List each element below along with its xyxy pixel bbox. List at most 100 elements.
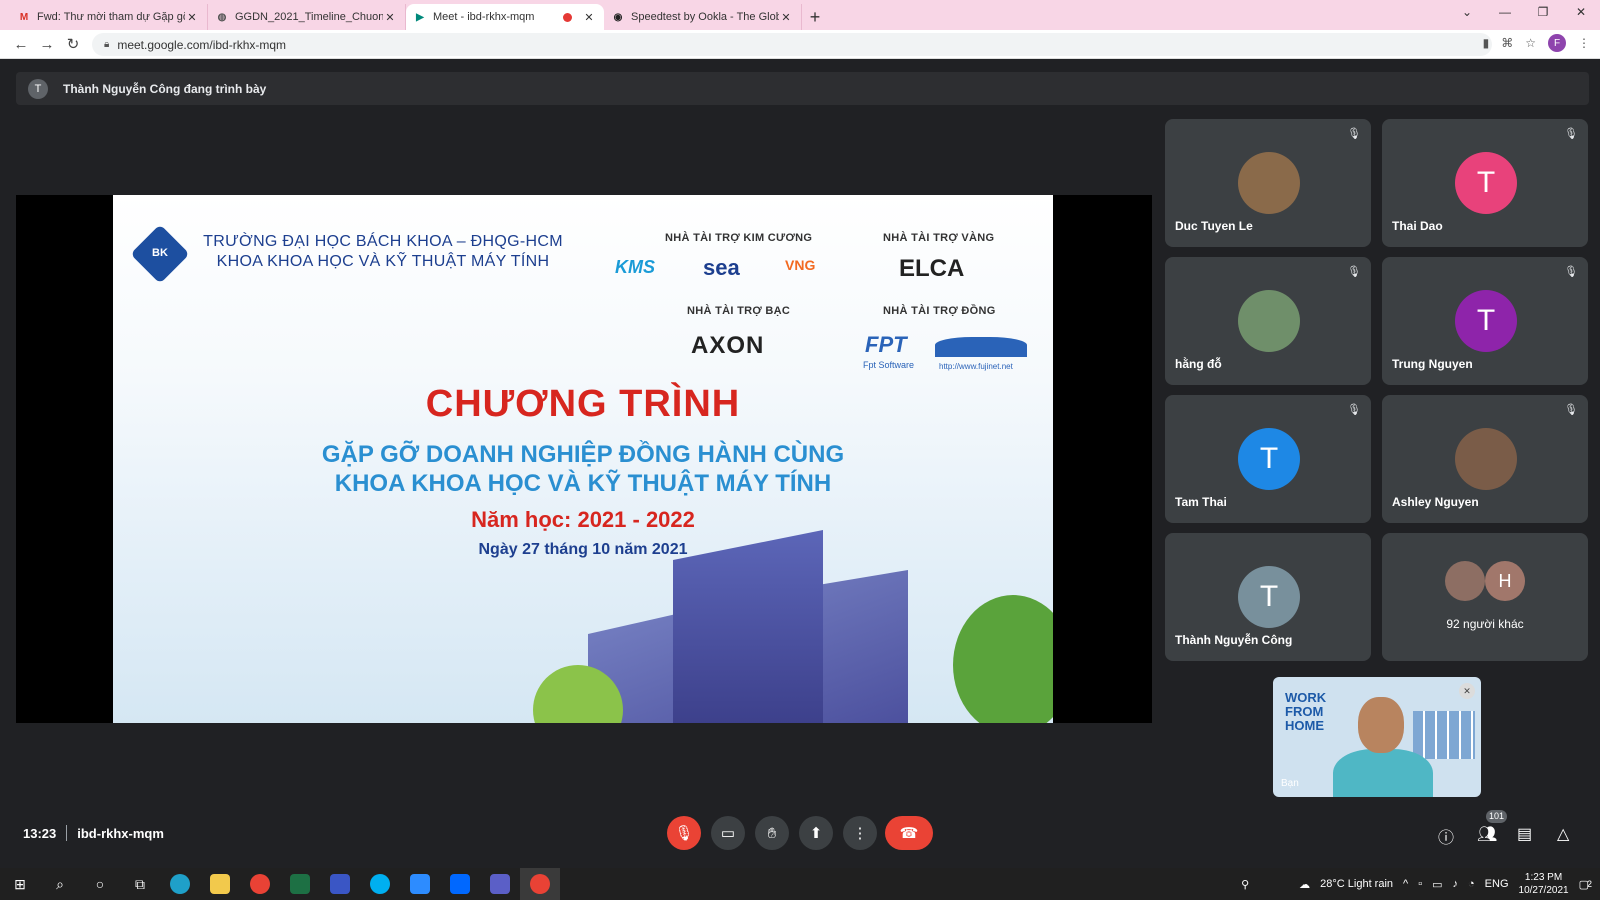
program-subtitle-line2: KHOA KHOA HỌC VÀ KỸ THUẬT MÁY TÍNH xyxy=(334,470,832,497)
globe-icon: ◍ xyxy=(217,11,227,23)
participant-tile[interactable]: T 🎙︎ Trung Nguyen xyxy=(1382,257,1588,385)
task-view-icon[interactable]: ⧉ xyxy=(120,868,160,900)
mic-off-icon: 🎙︎ xyxy=(674,825,694,842)
close-tab-icon[interactable]: ✕ xyxy=(582,11,596,24)
back-icon[interactable]: ← xyxy=(8,36,34,53)
weather-text[interactable]: 28°C Light rain xyxy=(1320,878,1393,890)
edge-icon[interactable] xyxy=(160,868,200,900)
network-icon[interactable]: ▫ xyxy=(1418,878,1422,890)
clock[interactable]: 1:23 PM 10/27/2021 xyxy=(1519,871,1569,897)
forward-icon[interactable]: → xyxy=(34,36,60,53)
wifi-icon[interactable]: ◔ xyxy=(1468,878,1475,890)
chrome-active-icon[interactable] xyxy=(520,868,560,900)
windows-taskbar: ⊞ ⌕ ○ ⧉ ⚲ ☁ 28°C Light rain ^ ▫ ▭ ♪ ◔ EN… xyxy=(0,868,1600,900)
tab-timeline[interactable]: ◍ GGDN_2021_Timeline_ChuongTr ✕ xyxy=(208,4,406,30)
diamond-sponsor-heading: NHÀ TÀI TRỢ KIM CƯƠNG xyxy=(665,232,813,244)
fpt-logo: FPT xyxy=(865,332,907,357)
translate-icon[interactable]: ⌘ xyxy=(1501,36,1513,50)
address-bar[interactable]: 🔒︎ meet.google.com/ibd-rkhx-mqm xyxy=(92,33,1492,56)
tab-gmail[interactable]: M Fwd: Thư mời tham dự Gặp gỡ D ✕ xyxy=(10,4,208,30)
speedtest-icon: ◉ xyxy=(613,11,623,23)
meeting-time: 13:23 xyxy=(23,825,57,841)
skype-icon[interactable] xyxy=(360,868,400,900)
close-tab-icon[interactable]: ✕ xyxy=(383,11,397,24)
program-subtitle-line1: GẶP GỠ DOANH NGHIỆP ĐỒNG HÀNH CÙNG xyxy=(321,441,845,468)
self-view[interactable]: WORK FROM HOME Bạn ✕ xyxy=(1273,677,1481,797)
activities-icon[interactable]: △ xyxy=(1557,824,1569,844)
people-count-badge: 101 xyxy=(1486,810,1508,823)
participant-name: Duc Tuyen Le xyxy=(1175,219,1253,233)
browser-menu-icon[interactable]: ⋮ xyxy=(1578,36,1590,50)
camera-button[interactable]: ▭ xyxy=(711,816,745,850)
reload-icon[interactable]: ↻ xyxy=(60,35,86,53)
close-tab-icon[interactable]: ✕ xyxy=(185,11,199,24)
participant-tile[interactable]: 🎙︎ Ashley Nguyen xyxy=(1382,395,1588,523)
chrome-icon[interactable] xyxy=(240,868,280,900)
weather-icon: ☁ xyxy=(1299,878,1311,891)
mic-off-button[interactable]: 🎙︎ xyxy=(667,816,701,850)
vng-logo: VNG xyxy=(785,257,816,273)
tab-search-icon[interactable]: ⌄ xyxy=(1448,0,1486,26)
tab-meet[interactable]: ▶ Meet - ibd-rkhx-mqm ✕ xyxy=(406,4,604,30)
excel-icon[interactable] xyxy=(280,868,320,900)
file-explorer-icon[interactable] xyxy=(200,868,240,900)
clock-date: 10/27/2021 xyxy=(1518,885,1569,896)
bronze-sponsor-heading: NHÀ TÀI TRỢ ĐỒNG xyxy=(883,305,996,317)
restore-icon[interactable]: ❐ xyxy=(1524,0,1562,26)
camera-in-use-icon[interactable]: ▮ xyxy=(1483,36,1490,50)
fujinet-logo xyxy=(935,337,1027,357)
leave-call-button[interactable]: ☎︎ xyxy=(885,816,933,850)
zoom-icon[interactable] xyxy=(400,868,440,900)
meeting-code: ibd-rkhx-mqm xyxy=(77,825,164,841)
url-text: meet.google.com/ibd-rkhx-mqm xyxy=(117,37,287,52)
cortana-icon[interactable]: ○ xyxy=(80,868,120,900)
minimize-icon[interactable]: — xyxy=(1486,0,1524,26)
app-icon[interactable] xyxy=(320,868,360,900)
search-icon[interactable]: ⌕ xyxy=(40,868,80,900)
raise-hand-button[interactable]: ✋︎ xyxy=(755,816,789,850)
participant-name: Thai Dao xyxy=(1392,219,1443,233)
people-tray-icon[interactable]: ⚲ xyxy=(1241,878,1249,891)
profile-avatar[interactable]: F xyxy=(1548,34,1566,52)
camera-icon: ▭ xyxy=(720,825,736,842)
close-tab-icon[interactable]: ✕ xyxy=(779,11,793,24)
volume-icon[interactable]: ♪ xyxy=(1453,878,1459,890)
bookmark-star-icon[interactable]: ☆ xyxy=(1525,36,1536,50)
muted-mic-icon: 🎙︎ xyxy=(1347,128,1361,140)
meeting-info: 13:23 ibd-rkhx-mqm xyxy=(23,825,164,841)
building-tower-illustration xyxy=(673,530,823,723)
chat-icon[interactable]: ▤ xyxy=(1517,824,1532,844)
show-hidden-icons-icon[interactable]: ^ xyxy=(1403,878,1408,890)
present-button[interactable]: ⬆ xyxy=(799,816,833,850)
people-icon[interactable]: 👥︎ xyxy=(1477,824,1497,844)
participant-tile[interactable]: T 🎙︎ Thai Dao xyxy=(1382,119,1588,247)
participant-name: Thành Nguyễn Công xyxy=(1175,633,1293,647)
meeting-details-icon[interactable]: ⓘ xyxy=(1438,824,1454,848)
elca-logo: ELCA xyxy=(899,255,965,282)
tab-title: GGDN_2021_Timeline_ChuongTr xyxy=(235,11,383,23)
windows-start-icon[interactable]: ⊞ xyxy=(0,868,40,900)
self-label: Bạn xyxy=(1281,778,1299,789)
tab-speedtest[interactable]: ◉ Speedtest by Ookla - The Global ✕ xyxy=(604,4,802,30)
new-tab-button[interactable]: + xyxy=(802,4,828,30)
kms-logo: KMS xyxy=(615,257,655,277)
participant-tile[interactable]: T Thành Nguyễn Công xyxy=(1165,533,1371,661)
presentation-slide: BK TRƯỜNG ĐẠI HỌC BÁCH KHOA – ĐHQG-HCM K… xyxy=(113,195,1053,723)
battery-icon[interactable]: ▭ xyxy=(1432,878,1442,891)
participant-avatar xyxy=(1238,290,1300,352)
participant-tile[interactable]: T 🎙︎ Tam Thai xyxy=(1165,395,1371,523)
participant-name: hằng đỗ xyxy=(1175,357,1222,371)
tab-title: Fwd: Thư mời tham dự Gặp gỡ D xyxy=(37,11,185,23)
others-tile[interactable]: H 92 người khác xyxy=(1382,533,1588,661)
teams-icon[interactable] xyxy=(480,868,520,900)
participant-tile[interactable]: 🎙︎ Duc Tuyen Le xyxy=(1165,119,1371,247)
close-window-icon[interactable]: ✕ xyxy=(1562,0,1600,26)
self-head xyxy=(1358,697,1404,753)
more-options-button[interactable]: ⋮ xyxy=(843,816,877,850)
self-view-options-icon[interactable]: ✕ xyxy=(1459,683,1475,699)
participant-avatar xyxy=(1445,561,1485,601)
language-indicator[interactable]: ENG xyxy=(1485,878,1509,890)
zalo-icon[interactable] xyxy=(440,868,480,900)
participant-tile[interactable]: 🎙︎ hằng đỗ xyxy=(1165,257,1371,385)
lock-icon[interactable]: 🔒︎ xyxy=(104,39,109,50)
